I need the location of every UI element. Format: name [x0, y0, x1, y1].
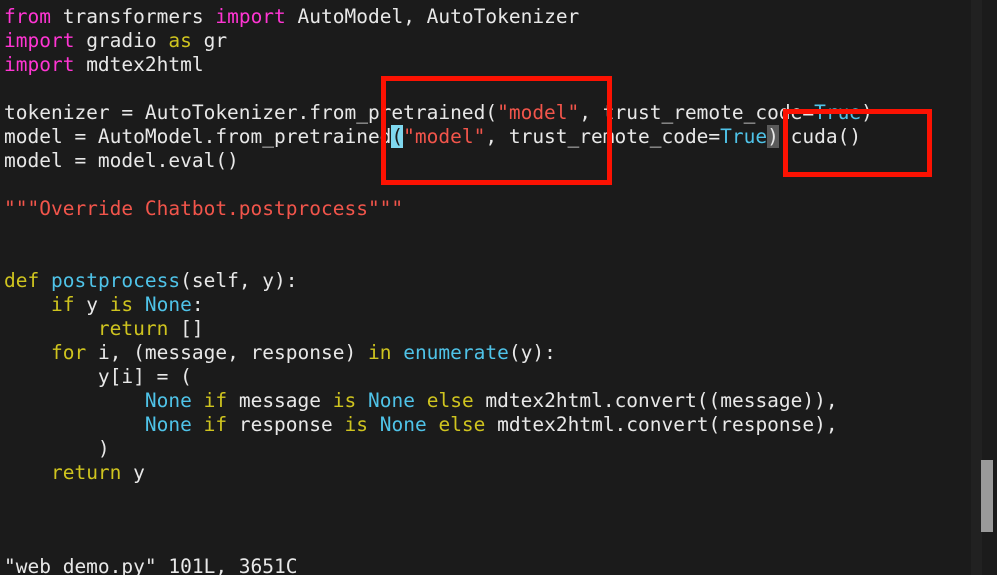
code-token: y: [121, 461, 145, 484]
vim-status-line: "web_demo.py" 101L, 3651C 6,66 Top: [0, 531, 960, 575]
code-token: model = AutoModel.from_pretrained: [4, 125, 392, 148]
code-token: gr: [191, 29, 228, 52]
code-token: def: [4, 269, 40, 292]
code-token: i, (message, response): [86, 341, 368, 364]
code-token: transformers: [50, 5, 216, 28]
code-token: ): [4, 437, 110, 460]
code-token: .cuda(): [778, 125, 862, 148]
matching-paren-highlight: ): [767, 125, 779, 148]
code-token: []: [168, 317, 204, 340]
code-token: enumerate: [403, 341, 509, 364]
code-token: in: [367, 341, 392, 364]
code-line-17[interactable]: None if message is None else mdtex2html.…: [4, 389, 838, 413]
code-token: model = model.eval(): [4, 149, 239, 172]
code-line-18[interactable]: None if response is None else mdtex2html…: [4, 413, 838, 437]
code-token: if: [50, 293, 75, 316]
code-token: ): [861, 101, 873, 124]
code-token: else: [426, 389, 474, 412]
code-token: response: [227, 413, 345, 436]
code-token: import: [4, 53, 75, 76]
code-token: message: [227, 389, 333, 412]
code-line-5[interactable]: tokenizer = AutoTokenizer.from_pretraine…: [4, 101, 873, 125]
code-token: "model": [403, 125, 486, 148]
code-token: None: [379, 413, 427, 436]
code-token: :: [191, 293, 204, 316]
code-editor-viewport[interactable]: from transformers import AutoModel, Auto…: [0, 0, 960, 575]
code-token: y[i] = (: [4, 365, 192, 388]
code-token: None: [144, 293, 192, 316]
code-token: from: [4, 5, 51, 28]
code-line-19[interactable]: ): [4, 437, 110, 461]
code-token: y: [74, 293, 110, 316]
code-token: is: [344, 413, 368, 436]
code-line-3[interactable]: import mdtex2html: [4, 53, 204, 77]
code-line-1[interactable]: from transformers import AutoModel, Auto…: [4, 5, 579, 29]
code-token: """Override Chatbot.postprocess""": [4, 197, 404, 220]
code-token: mdtex2html.convert((message)),: [473, 389, 838, 412]
code-token: tokenizer = AutoTokenizer.from_pretraine…: [4, 101, 498, 124]
code-token: for: [50, 341, 87, 364]
code-line-12[interactable]: def postprocess(self, y):: [4, 269, 298, 293]
code-token: (self, y):: [180, 269, 298, 292]
code-line-9[interactable]: """Override Chatbot.postprocess""": [4, 197, 403, 221]
code-token: if: [203, 413, 228, 436]
code-token: else: [438, 413, 486, 436]
code-token: , trust_remote_code=: [579, 101, 815, 124]
code-token: is: [332, 389, 357, 412]
code-line-7[interactable]: model = model.eval(): [4, 149, 239, 173]
vertical-scrollbar-thumb[interactable]: [981, 460, 993, 532]
text-cursor: (: [391, 125, 404, 148]
code-token: return: [97, 317, 169, 340]
code-token: return: [50, 461, 122, 484]
code-token: , trust_remote_code=: [485, 125, 721, 148]
code-token: True: [720, 125, 768, 148]
code-line-16[interactable]: y[i] = (: [4, 365, 192, 389]
code-token: import: [4, 29, 75, 52]
code-token: "model": [497, 101, 580, 124]
code-token: if: [203, 389, 228, 412]
code-token: postprocess: [50, 269, 181, 292]
code-line-13[interactable]: if y is None:: [4, 293, 204, 317]
code-token: gradio: [74, 29, 169, 52]
code-line-2[interactable]: import gradio as gr: [4, 29, 227, 53]
code-line-6[interactable]: model = AutoModel.from_pretrained("model…: [4, 125, 861, 149]
terminal-window: from transformers import AutoModel, Auto…: [0, 0, 997, 575]
code-token: None: [144, 413, 192, 436]
code-line-15[interactable]: for i, (message, response) in enumerate(…: [4, 341, 556, 365]
code-token: None: [368, 389, 415, 412]
code-line-14[interactable]: return []: [4, 317, 204, 341]
code-token: None: [144, 389, 192, 412]
code-token: (y):: [508, 341, 556, 364]
code-token: import: [215, 5, 286, 28]
code-token: mdtex2html: [74, 53, 204, 76]
code-token: True: [814, 101, 862, 124]
code-token: mdtex2html.convert(response),: [485, 413, 838, 436]
code-token: as: [168, 29, 192, 52]
code-token: is: [109, 293, 134, 316]
status-filename: "web_demo.py" 101L, 3651C: [4, 555, 298, 575]
code-token: AutoModel, AutoTokenizer: [285, 5, 580, 28]
code-line-20[interactable]: return y: [4, 461, 145, 485]
